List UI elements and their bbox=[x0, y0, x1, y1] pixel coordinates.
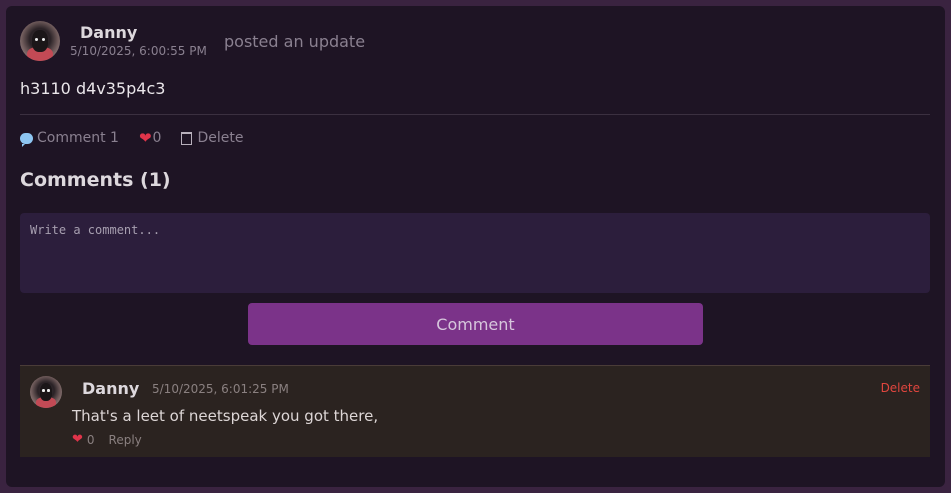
delete-post-button[interactable]: Delete bbox=[181, 130, 243, 146]
divider bbox=[20, 114, 930, 115]
comment-author-avatar[interactable] bbox=[30, 376, 62, 408]
like-button[interactable]: ❤ 0 bbox=[139, 129, 162, 147]
comment-item: Danny 5/10/2025, 6:01:25 PM Delete That'… bbox=[20, 365, 930, 457]
delete-post-label: Delete bbox=[197, 130, 244, 146]
comment-actions: ❤ 0 Reply bbox=[72, 432, 142, 447]
like-count: 0 bbox=[152, 130, 162, 146]
comment-action-label: Comment 1 bbox=[37, 130, 119, 146]
comment-body: That's a leet of neetspeak you got there… bbox=[72, 407, 379, 425]
comment-like-count: 0 bbox=[86, 432, 95, 447]
post-timestamp: 5/10/2025, 6:00:55 PM bbox=[70, 44, 207, 58]
post-body: h3110 d4v35p4c3 bbox=[20, 79, 166, 98]
comment-bubble-icon bbox=[20, 132, 33, 147]
submit-comment-button[interactable]: Comment bbox=[248, 303, 703, 345]
comment-action-button[interactable]: Comment 1 bbox=[20, 130, 119, 147]
post-author-avatar[interactable] bbox=[20, 21, 60, 61]
comment-input[interactable] bbox=[20, 213, 930, 293]
post-author-name[interactable]: Danny bbox=[80, 23, 137, 42]
comment-author-name[interactable]: Danny bbox=[82, 379, 139, 398]
heart-icon: ❤ bbox=[138, 129, 152, 147]
reply-button[interactable]: Reply bbox=[109, 433, 142, 447]
delete-comment-button[interactable]: Delete bbox=[881, 381, 920, 395]
heart-icon[interactable]: ❤ bbox=[72, 432, 83, 447]
comment-timestamp: 5/10/2025, 6:01:25 PM bbox=[152, 382, 289, 396]
comments-heading: Comments (1) bbox=[20, 169, 171, 191]
post-actions: Comment 1 ❤ 0 Delete bbox=[20, 129, 243, 147]
post-action-text: posted an update bbox=[224, 32, 366, 51]
post-card: Danny 5/10/2025, 6:00:55 PM posted an up… bbox=[6, 6, 945, 487]
trash-icon bbox=[181, 131, 193, 145]
